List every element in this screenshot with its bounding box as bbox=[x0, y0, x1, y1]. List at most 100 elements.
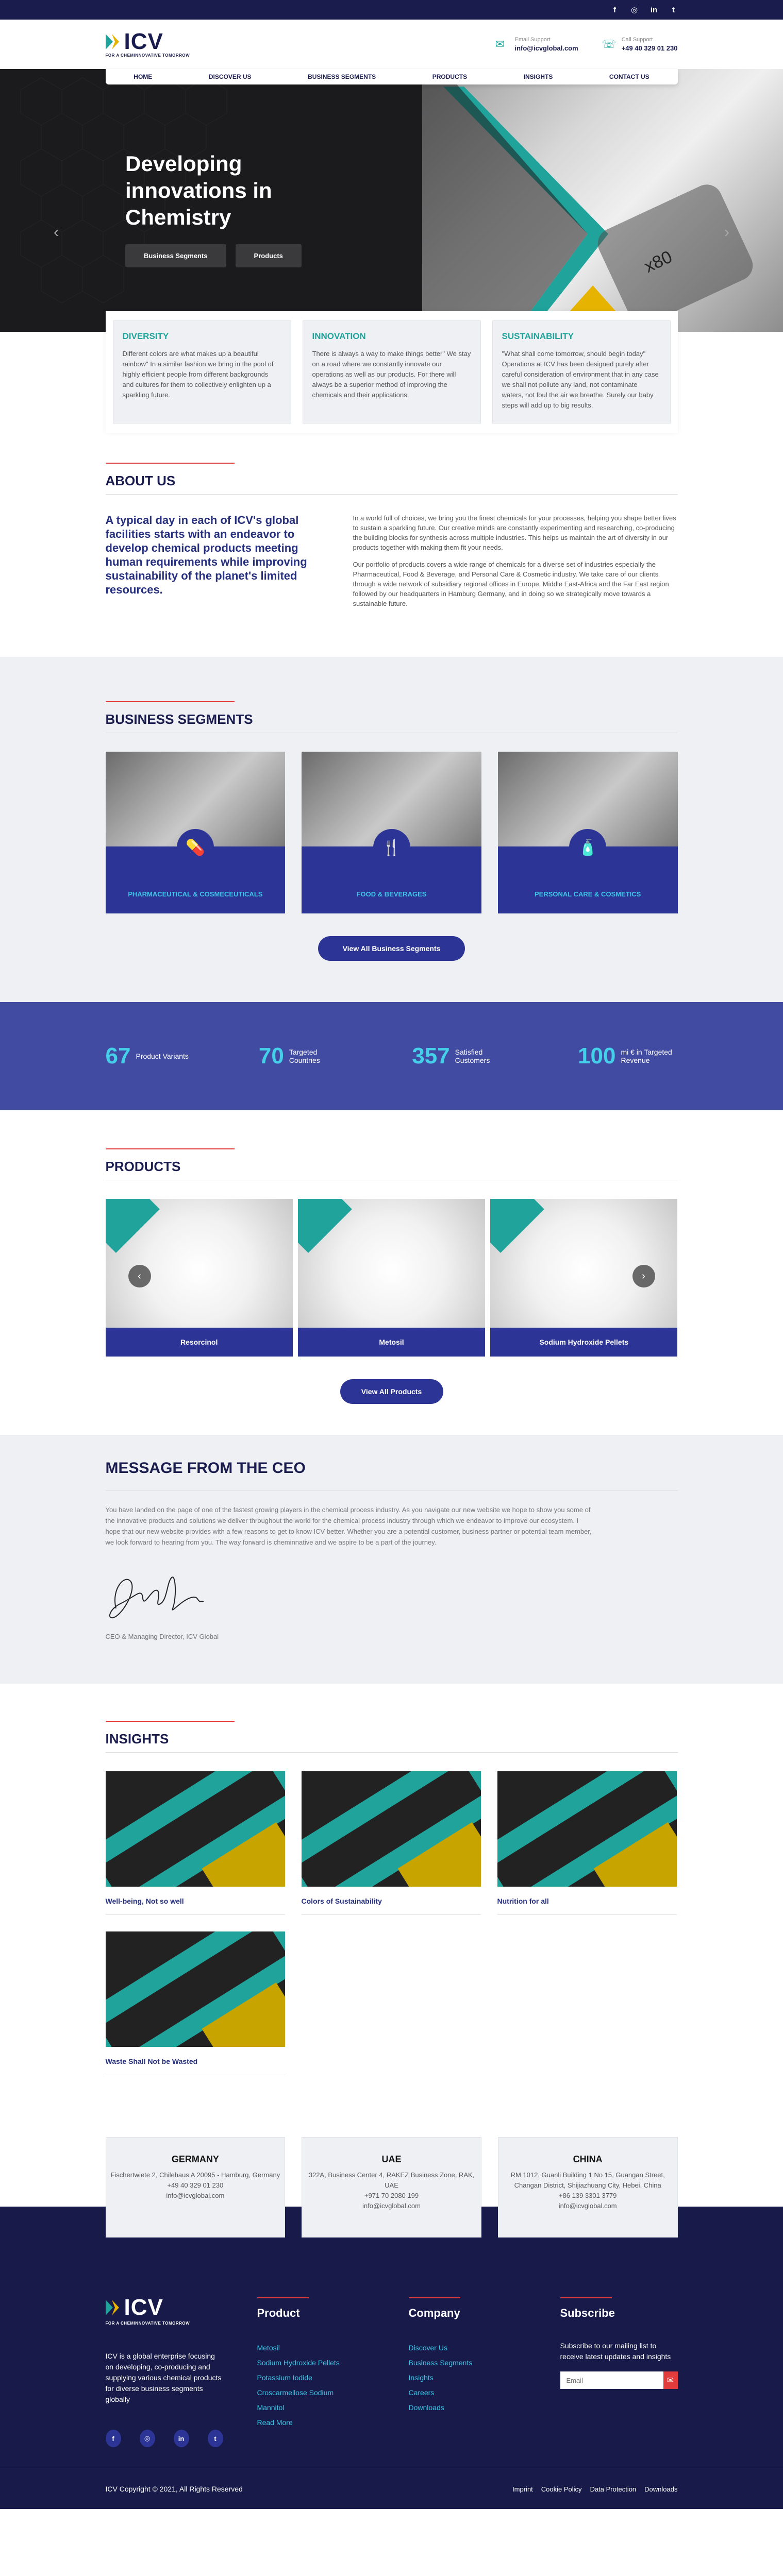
footer-link[interactable]: Downloads bbox=[409, 2400, 526, 2415]
office-country: UAE bbox=[381, 2154, 402, 2164]
value-title: INNOVATION bbox=[312, 331, 366, 341]
footer-link[interactable]: Business Segments bbox=[409, 2355, 526, 2370]
hero-products-button[interactable]: Products bbox=[235, 244, 302, 267]
segment-card-personal-care[interactable]: 🧴 PERSONAL CARE & COSMETICS bbox=[497, 752, 678, 913]
insights-section: INSIGHTS Well-being, Not so well Colors … bbox=[0, 1684, 783, 2075]
offices-section: GERMANY Fischertwiete 2, Chilehaus A 200… bbox=[0, 2137, 783, 2238]
insight-card[interactable]: Nutrition for all bbox=[497, 1771, 677, 1915]
copyright-text: ICV Copyright © 2021, All Rights Reserve… bbox=[105, 2485, 243, 2493]
stats-section: 67 Product Variants 70 Targeted Countries … bbox=[0, 1002, 783, 1110]
insight-image bbox=[301, 1771, 481, 1887]
cookie-policy-link[interactable]: Cookie Policy bbox=[541, 2485, 582, 2493]
phone-link[interactable]: +49 40 329 01 230 bbox=[622, 44, 678, 52]
carousel-next-icon[interactable]: › bbox=[632, 1265, 655, 1287]
segment-label: PHARMACEUTICAL & COSMECEUTICALS bbox=[128, 890, 263, 898]
ceo-title: MESSAGE FROM THE CEO bbox=[105, 1460, 306, 1477]
office-card-germany: GERMANY Fischertwiete 2, Chilehaus A 200… bbox=[105, 2137, 286, 2238]
nav-home[interactable]: HOME bbox=[134, 73, 152, 80]
footer-link[interactable]: Discover Us bbox=[409, 2341, 526, 2355]
insight-card[interactable]: Waste Shall Not be Wasted bbox=[105, 1931, 285, 2075]
food-icon: 🍴 bbox=[373, 829, 410, 866]
stat-value: 357 bbox=[412, 1043, 450, 1069]
footer-company-title: Company bbox=[408, 2307, 460, 2319]
twitter-icon[interactable]: t bbox=[670, 6, 678, 14]
hero-next-icon[interactable]: › bbox=[724, 224, 729, 241]
segment-card-food[interactable]: 🍴 FOOD & BEVERAGES bbox=[302, 752, 481, 913]
subscribe-email-input[interactable] bbox=[560, 2371, 663, 2389]
office-email[interactable]: info@icvglobal.com bbox=[498, 2201, 677, 2211]
downloads-link[interactable]: Downloads bbox=[644, 2485, 677, 2493]
footer-facebook-icon[interactable]: f bbox=[105, 2430, 121, 2447]
insight-card[interactable]: Colors of Sustainability bbox=[301, 1771, 481, 1915]
nav-discover-us[interactable]: DISCOVER US bbox=[209, 73, 252, 80]
office-phone[interactable]: +86 139 3301 3779 bbox=[498, 2191, 677, 2201]
data-protection-link[interactable]: Data Protection bbox=[590, 2485, 637, 2493]
stat-label: Satisfied Customers bbox=[455, 1048, 490, 1064]
carousel-prev-icon[interactable]: ‹ bbox=[128, 1265, 151, 1287]
view-all-products-button[interactable]: View All Products bbox=[340, 1379, 443, 1404]
product-image bbox=[490, 1199, 678, 1328]
office-email[interactable]: info@icvglobal.com bbox=[302, 2201, 481, 2211]
product-card-metosil[interactable]: Metosil bbox=[297, 1199, 486, 1357]
section-divider bbox=[105, 1752, 678, 1753]
insight-title: Colors of Sustainability bbox=[301, 1897, 382, 1905]
email-link[interactable]: info@icvglobal.com bbox=[514, 44, 578, 52]
mail-icon: ✉ bbox=[495, 38, 505, 50]
value-text: Different colors are what makes up a bea… bbox=[122, 350, 274, 399]
office-country: GERMANY bbox=[171, 2154, 219, 2164]
stat-targeted-revenue: 100 mi € in Targeted Revenue bbox=[578, 1043, 677, 1069]
office-address: Fischertwiete 2, Chilehaus A 20095 - Ham… bbox=[110, 2171, 280, 2179]
phone-label: Call Support bbox=[621, 37, 653, 43]
footer-logo-mark-icon bbox=[105, 2300, 119, 2315]
logo[interactable]: ICV FOR A CHEMINNOVATIVE TOMORROW bbox=[105, 28, 190, 58]
office-phone[interactable]: +49 40 329 01 230 bbox=[106, 2180, 285, 2191]
imprint-link[interactable]: Imprint bbox=[512, 2485, 533, 2493]
nav-insights[interactable]: INSIGHTS bbox=[524, 73, 553, 80]
section-accent-line bbox=[105, 463, 235, 464]
hero-title: Developing innovations in Chemistry bbox=[125, 151, 272, 229]
footer-about-text: ICV is a global enterprise focusing on d… bbox=[105, 2352, 222, 2403]
linkedin-icon[interactable]: in bbox=[650, 6, 658, 14]
stat-label: Product Variants bbox=[136, 1052, 189, 1060]
value-title: DIVERSITY bbox=[122, 331, 169, 341]
cosmetics-icon: 🧴 bbox=[569, 829, 607, 866]
stat-targeted-countries: 70 Targeted Countries bbox=[259, 1043, 346, 1069]
office-phone[interactable]: +971 70 2080 199 bbox=[302, 2191, 481, 2201]
insight-card[interactable]: Well-being, Not so well bbox=[105, 1771, 285, 1915]
footer-logo-text: ICV bbox=[124, 2295, 163, 2320]
nav-products[interactable]: PRODUCTS bbox=[432, 73, 467, 80]
footer-read-more-link[interactable]: Read More bbox=[257, 2415, 375, 2430]
site-header: ICV FOR A CHEMINNOVATIVE TOMORROW ✉ Emai… bbox=[0, 20, 783, 69]
footer-linkedin-icon[interactable]: in bbox=[173, 2430, 189, 2447]
footer-twitter-icon[interactable]: t bbox=[207, 2430, 223, 2447]
about-lead: A typical day in each of ICV's global fa… bbox=[105, 514, 307, 596]
segment-card-pharmaceutical[interactable]: 💊 PHARMACEUTICAL & COSMECEUTICALS bbox=[105, 752, 286, 913]
footer-instagram-icon[interactable]: ◎ bbox=[139, 2430, 155, 2447]
insight-title: Nutrition for all bbox=[497, 1897, 549, 1905]
footer-link[interactable]: Sodium Hydroxide Pellets bbox=[257, 2355, 375, 2370]
segment-label: FOOD & BEVERAGES bbox=[356, 890, 427, 898]
view-all-segments-button[interactable]: View All Business Segments bbox=[318, 936, 465, 961]
facebook-icon[interactable]: f bbox=[611, 6, 619, 14]
section-accent-line bbox=[105, 701, 235, 702]
footer-link[interactable]: Croscarmellose Sodium bbox=[257, 2385, 375, 2400]
subscribe-submit-icon[interactable]: ✉ bbox=[663, 2371, 678, 2389]
footer-link[interactable]: Mannitol bbox=[257, 2400, 375, 2415]
instagram-icon[interactable]: ◎ bbox=[630, 5, 639, 14]
nav-business-segments[interactable]: BUSINESS SEGMENTS bbox=[308, 73, 376, 80]
about-paragraph: Our portfolio of products covers a wide … bbox=[353, 561, 669, 607]
logo-text: ICV bbox=[124, 28, 163, 54]
footer-product-title: Product bbox=[257, 2307, 300, 2319]
value-card-sustainability: SUSTAINABILITY "What shall come tomorrow… bbox=[492, 320, 671, 423]
footer-link[interactable]: Potassium Iodide bbox=[257, 2370, 375, 2385]
hero-business-segments-button[interactable]: Business Segments bbox=[125, 244, 226, 267]
footer-link[interactable]: Insights bbox=[409, 2370, 526, 2385]
office-email[interactable]: info@icvglobal.com bbox=[106, 2191, 285, 2201]
main-nav: HOME DISCOVER US BUSINESS SEGMENTS PRODU… bbox=[105, 69, 678, 84]
footer-link[interactable]: Careers bbox=[409, 2385, 526, 2400]
stat-satisfied-customers: 357 Satisfied Customers bbox=[412, 1043, 511, 1069]
hero-prev-icon[interactable]: ‹ bbox=[54, 224, 59, 241]
office-address: RM 1012, Guanli Building 1 No 15, Guanga… bbox=[510, 2171, 665, 2189]
nav-contact-us[interactable]: CONTACT US bbox=[609, 73, 649, 80]
footer-link[interactable]: Metosil bbox=[257, 2341, 375, 2355]
